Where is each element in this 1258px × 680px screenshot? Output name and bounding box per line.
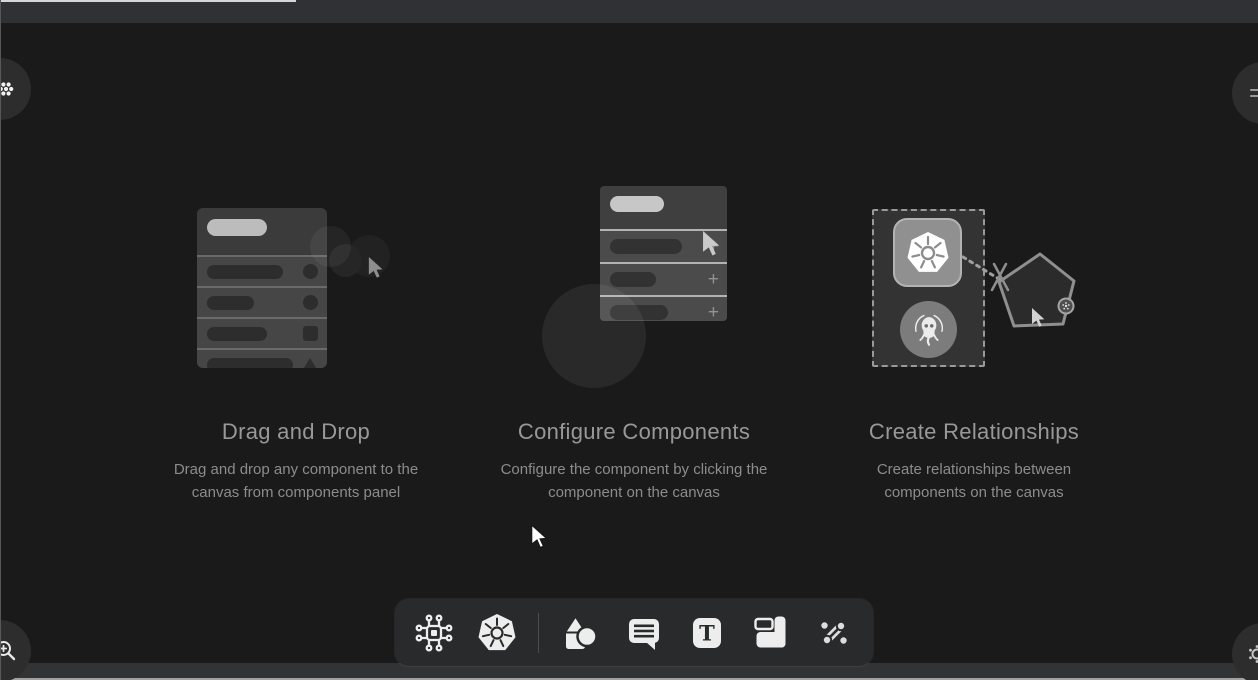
text-tool-button[interactable]: T (684, 610, 730, 656)
component-node-circle (542, 284, 646, 388)
panel-row (197, 286, 327, 317)
dock-divider (538, 613, 539, 653)
mouse-cursor (531, 525, 548, 549)
card-title: Configure Components (464, 419, 804, 445)
plus-glyph: + (708, 303, 719, 321)
panel-toggle-icon (1246, 82, 1258, 104)
onboarding-card-configure-components: + + + Configure Components Configure the… (464, 173, 804, 504)
onboarding-card-create-relationships: Create Relationships Create relationship… (804, 173, 1144, 504)
create-relationships-illustration (804, 173, 1144, 409)
card-description: Create relationships between components … (858, 459, 1090, 504)
comment-button[interactable] (621, 610, 667, 656)
logo-menu-button[interactable] (0, 58, 31, 120)
drag-ghost-circle (310, 226, 351, 267)
shapes-button[interactable] (557, 610, 603, 656)
top-chrome-bar (0, 0, 1258, 23)
comment-icon (624, 613, 664, 653)
drag-and-drop-illustration (126, 173, 466, 409)
card-title: Drag and Drop (126, 419, 466, 445)
tools-dock: T (395, 599, 873, 666)
relationship-edge-overlay (804, 173, 1144, 409)
card-description: Configure the component by clicking the … (481, 459, 787, 504)
settings-icon (1245, 642, 1258, 666)
zoom-in-icon (0, 638, 19, 664)
shapes-icon (560, 613, 600, 653)
panel-header (197, 219, 327, 255)
cursor-icon (368, 257, 384, 279)
plus-glyph: + (708, 270, 719, 289)
note-button[interactable] (748, 610, 794, 656)
mesh-component-button[interactable] (411, 610, 457, 656)
text-tool-icon: T (687, 613, 727, 653)
kubernetes-icon (477, 613, 517, 653)
svg-text:T: T (699, 620, 715, 645)
components-panel-mock (197, 208, 327, 368)
card-title: Create Relationships (804, 419, 1144, 445)
panel-header (600, 196, 727, 229)
configure-components-illustration: + + + (464, 173, 804, 409)
cursor-icon (702, 231, 721, 257)
panel-row (197, 255, 327, 286)
panel-row (197, 348, 327, 368)
top-progress-line (0, 0, 296, 2)
flower-logo-icon (0, 77, 18, 101)
relationship-edge-button[interactable] (811, 610, 857, 656)
onboarding-card-drag-and-drop: Drag and Drop Drag and drop any componen… (126, 173, 466, 504)
window-left-edge (0, 0, 1, 680)
card-description: Drag and drop any component to the canva… (160, 459, 432, 504)
panel-toggle-button[interactable] (1232, 62, 1258, 124)
note-icon (751, 613, 791, 653)
kubernetes-button[interactable] (475, 610, 521, 656)
mesh-component-icon (414, 613, 454, 653)
canvas[interactable]: Drag and Drop Drag and drop any componen… (0, 23, 1258, 663)
design-canvas-app: Drag and Drop Drag and drop any componen… (0, 0, 1258, 680)
relationship-edge-icon (814, 613, 854, 653)
panel-row (197, 317, 327, 348)
